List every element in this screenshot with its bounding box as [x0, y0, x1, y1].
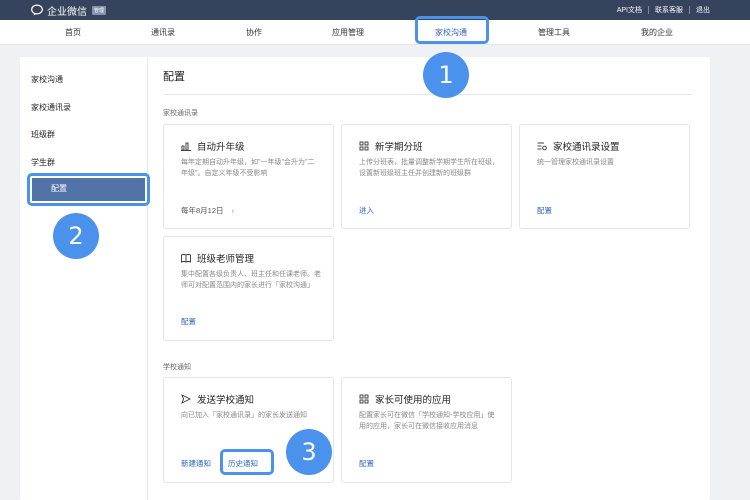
nav-highlight-box	[415, 16, 489, 44]
nav-collaboration[interactable]: 协作	[214, 20, 294, 45]
card-auto-promote[interactable]: 自动升年级 每年定期自动升年级，如"一年级"会升为"二年级"。自定义年级不受影响…	[163, 124, 334, 229]
step-badge-3: 3	[286, 429, 332, 475]
card-parent-apps[interactable]: 家长可使用的应用 配置家长可在微信「学校通知-学校应用」使用的应用，家长可在微信…	[341, 377, 512, 483]
divider	[163, 94, 693, 95]
new-notice-link[interactable]: 新建通知	[181, 458, 211, 469]
page-title: 配置	[163, 71, 185, 83]
nav-home[interactable]: 首页	[33, 20, 113, 45]
contact-support-link[interactable]: 联系客服	[655, 5, 683, 15]
card-description: 集中配置各级负责人、班主任和任课老师。老师可对配置范围内的家长进行「家校沟通」	[181, 271, 321, 289]
card-title-text: 发送学校通知	[197, 395, 255, 406]
enter-link[interactable]: 进入	[359, 205, 374, 216]
sidebar-item-class-groups[interactable]: 班级群	[31, 129, 55, 140]
card-description: 统一管理家校通讯录设置	[537, 159, 614, 166]
grid-icon	[359, 141, 369, 151]
card-title: 班级老师管理	[181, 251, 254, 265]
nav-contacts[interactable]: 通讯录	[123, 20, 203, 45]
nav-management-tools[interactable]: 管理工具	[514, 20, 594, 45]
card-title: 自动升年级	[181, 139, 245, 153]
card-class-teacher-management[interactable]: 班级老师管理 集中配置各级负责人、班主任和任课老师。老师可对配置范围内的家长进行…	[163, 236, 334, 341]
card-description: 每年定期自动升年级，如"一年级"会升为"二年级"。自定义年级不受影响	[181, 159, 315, 177]
bar-chart-icon	[181, 142, 191, 151]
sidebar-item-config[interactable]	[27, 173, 150, 206]
history-highlight-box	[220, 449, 274, 475]
promote-date-text: 每年8月12日	[181, 206, 224, 215]
sidebar	[20, 57, 148, 500]
send-icon	[181, 394, 191, 404]
logout-link[interactable]: 退出	[696, 5, 710, 15]
logo[interactable]: 企业微信 管理	[31, 3, 107, 18]
wecom-logo-icon	[31, 4, 43, 16]
top-links: API文档 联系客服 退出	[617, 5, 710, 15]
configure-link[interactable]: 配置	[181, 316, 196, 327]
sidebar-item-label: 配置	[51, 184, 67, 193]
active-background	[32, 178, 145, 201]
card-title: 家校通讯录设置	[537, 139, 620, 153]
card-title-text: 新学期分班	[375, 142, 423, 153]
card-title-text: 家校通讯录设置	[553, 142, 620, 153]
sidebar-item-home-school[interactable]: 家校沟通	[31, 74, 63, 85]
card-title: 新学期分班	[359, 139, 423, 153]
logo-badge: 管理	[92, 5, 107, 15]
configure-link[interactable]: 配置	[359, 458, 374, 469]
card-description: 配置家长可在微信「学校通知-学校应用」使用的应用，家长可在微信接收应用消息	[359, 412, 495, 430]
top-bar: 企业微信 管理 API文档 联系客服 退出	[0, 0, 750, 20]
divider	[689, 6, 690, 14]
sidebar-item-contacts[interactable]: 家校通讯录	[31, 102, 71, 113]
chevron-right-icon: ›	[231, 206, 235, 215]
configure-link[interactable]: 配置	[537, 205, 552, 216]
section-label: 学校通知	[163, 364, 191, 371]
card-title-text: 自动升年级	[197, 142, 245, 153]
main-nav: 首页 通讯录 协作 应用管理 家校沟通 管理工具 我的企业	[0, 20, 750, 45]
list-settings-icon	[537, 142, 547, 151]
apps-icon	[359, 394, 369, 404]
logo-text: 企业微信	[47, 6, 87, 18]
step-badge-1: 1	[423, 52, 469, 98]
api-docs-link[interactable]: API文档	[617, 5, 642, 15]
card-title: 家长可使用的应用	[359, 392, 451, 406]
card-title-text: 班级老师管理	[197, 254, 255, 265]
section-label: 家校通讯录	[163, 110, 198, 117]
step-badge-2: 2	[53, 213, 99, 259]
card-title-text: 家长可使用的应用	[375, 395, 452, 406]
card-contacts-settings[interactable]: 家校通讯录设置 统一管理家校通讯录设置 配置	[519, 124, 690, 229]
card-title: 发送学校通知	[181, 392, 254, 406]
divider	[648, 6, 649, 14]
sidebar-item-student-groups[interactable]: 学生群	[31, 157, 55, 168]
card-description: 上传分班表，批量调整新学期学生所在班级，设置新班级班主任并创建新的班级群	[359, 159, 499, 177]
card-description: 向已加入「家校通讯录」的家长发送通知	[181, 412, 307, 419]
card-new-term-classes[interactable]: 新学期分班 上传分班表，批量调整新学期学生所在班级，设置新班级班主任并创建新的班…	[341, 124, 512, 229]
nav-my-enterprise[interactable]: 我的企业	[617, 20, 697, 45]
book-icon	[181, 254, 191, 263]
nav-app-management[interactable]: 应用管理	[308, 20, 388, 45]
promote-date[interactable]: 每年8月12日 ›	[181, 205, 234, 216]
